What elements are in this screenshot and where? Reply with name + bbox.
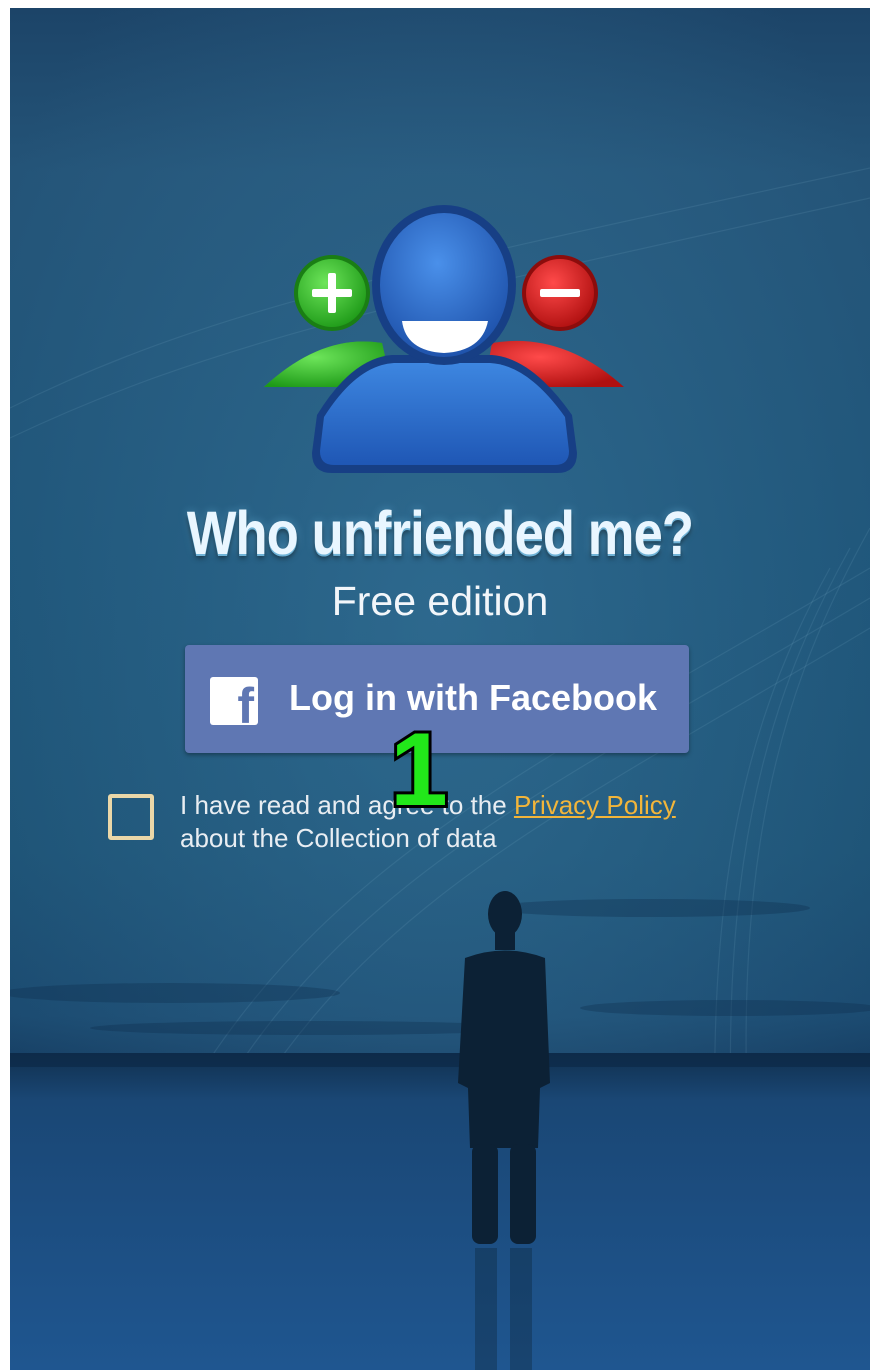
consent-text-prefix: I have read and agree to the xyxy=(180,790,507,820)
app-logo xyxy=(264,205,624,473)
app-subtitle: Free edition xyxy=(331,578,549,624)
facebook-icon-glyph: f xyxy=(237,678,254,725)
step-number-annotation: 1 xyxy=(387,712,451,828)
privacy-policy-link[interactable]: Privacy Policy xyxy=(514,790,676,820)
facebook-login-label: Log in with Facebook xyxy=(289,677,657,718)
consent-text-suffix: about the Collection of data xyxy=(180,823,497,853)
app-screen: Who unfriended me? Free edition f Log in… xyxy=(10,8,870,1370)
main-user-icon xyxy=(312,205,577,473)
app-title: Who unfriended me? xyxy=(186,499,694,567)
facebook-icon: f xyxy=(210,677,258,725)
consent-checkbox[interactable] xyxy=(108,794,154,840)
